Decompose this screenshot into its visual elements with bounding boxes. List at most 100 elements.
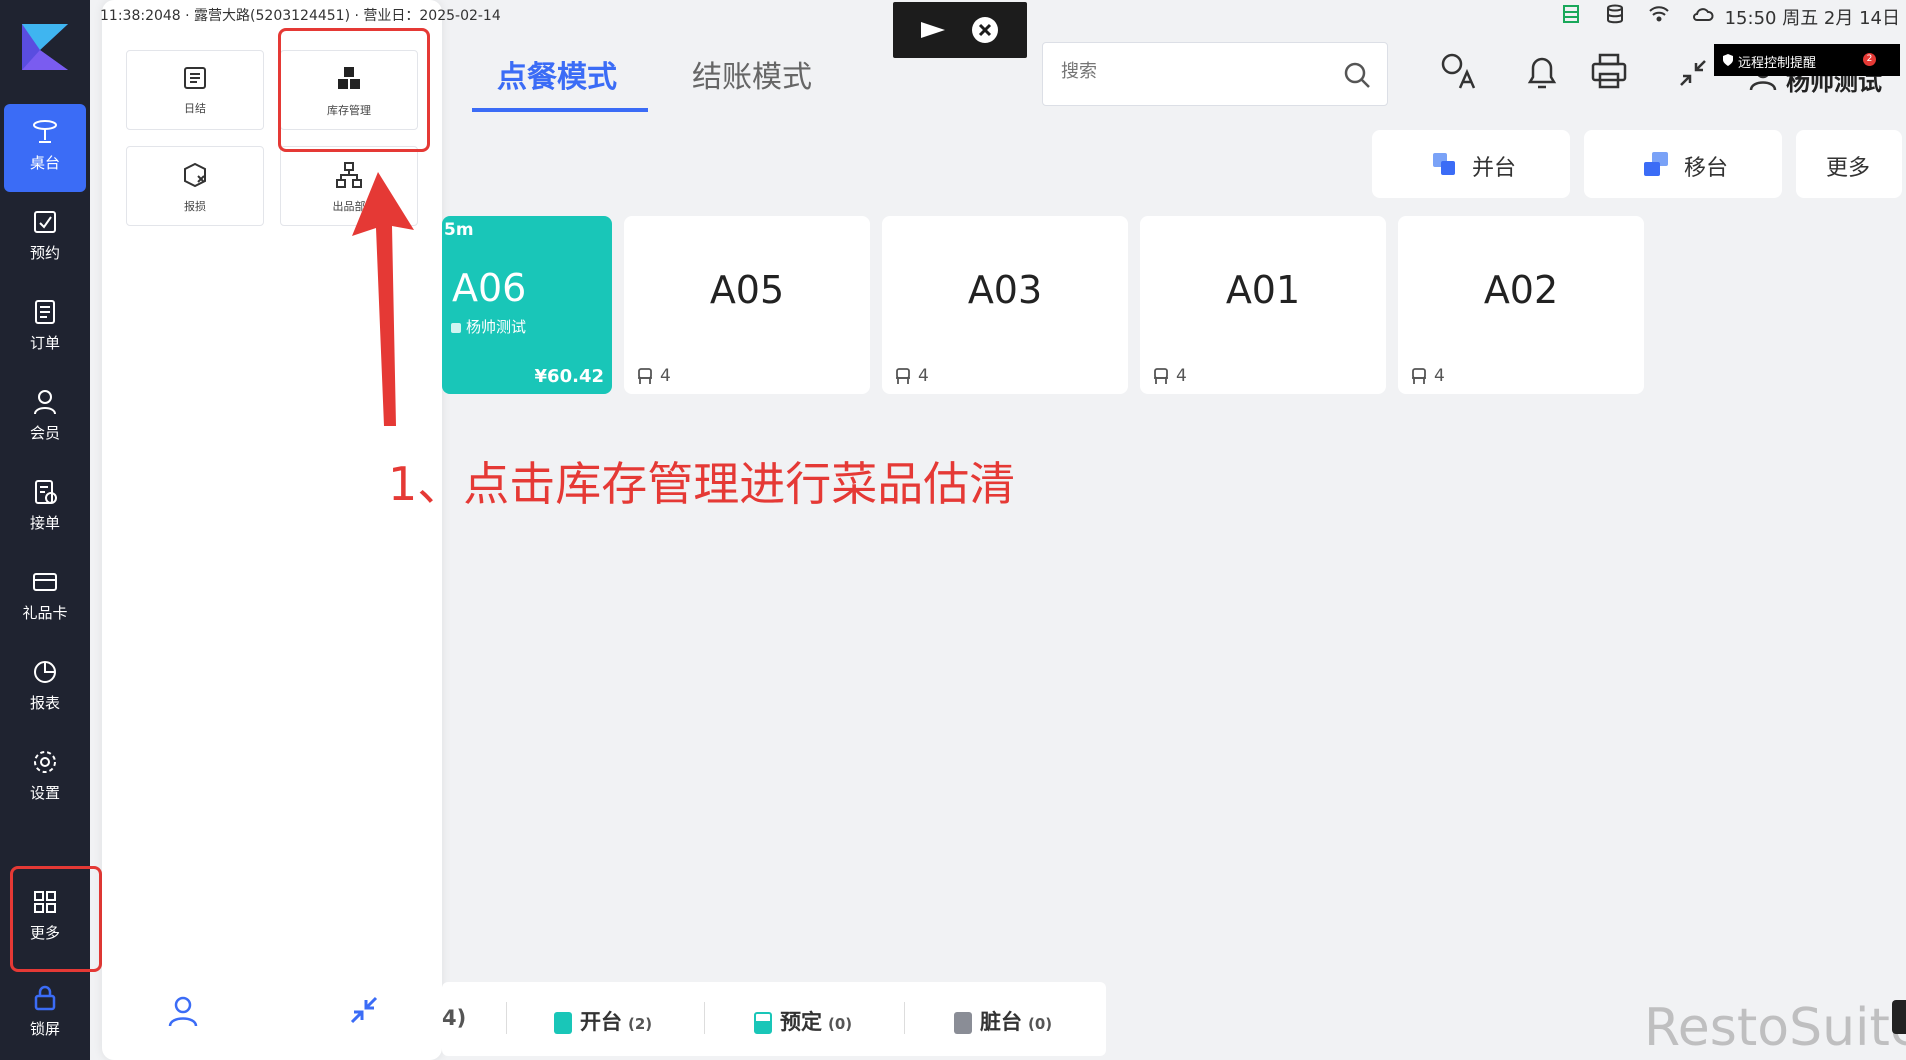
table-status-legend: 4) 开台 (2) 预定 (0) 脏台 (0) bbox=[442, 982, 1106, 1056]
table-name: A05 bbox=[709, 268, 785, 312]
sidebar-item-label: 会员 bbox=[29, 424, 60, 442]
remote-alert-badge: 2 bbox=[1863, 53, 1876, 66]
side-collapse-handle[interactable] bbox=[1892, 1000, 1906, 1034]
seat-count: 4 bbox=[636, 366, 671, 386]
sidebar-item-reservation[interactable]: 预约 bbox=[4, 194, 86, 282]
sidebar-item-label: 订单 bbox=[29, 334, 60, 352]
more-actions-button[interactable]: 更多 bbox=[1796, 130, 1902, 198]
printer-icon[interactable] bbox=[1590, 52, 1628, 90]
sheet-icon bbox=[1563, 5, 1579, 23]
status-right: 15:50 周五 2月 14日 bbox=[1725, 4, 1900, 30]
instruction-annotation: 1、点击库存管理进行菜品估清 bbox=[388, 457, 1016, 511]
table-name: A06 bbox=[452, 266, 527, 310]
table-card[interactable]: A01 4 bbox=[1140, 216, 1386, 394]
sidebar-item-members[interactable]: 会员 bbox=[4, 374, 86, 462]
settings-icon bbox=[34, 751, 56, 773]
table-name: A03 bbox=[967, 268, 1043, 312]
legend-label: 开台 bbox=[580, 1010, 622, 1034]
brand-watermark: RestoSuite bbox=[1644, 998, 1906, 1058]
sidebar-item-lock[interactable]: 锁屏 bbox=[4, 970, 86, 1058]
order-icon bbox=[35, 300, 55, 324]
legend-all-count: 4) bbox=[442, 1006, 467, 1030]
share-pointer-icon[interactable] bbox=[919, 18, 947, 42]
sidebar-item-receive-order[interactable]: 接单 bbox=[4, 464, 86, 552]
tile-damage-report[interactable]: 报损 bbox=[126, 146, 264, 226]
remote-control-alert[interactable]: 远程控制提醒 2 bbox=[1714, 44, 1900, 76]
tab-order-mode[interactable]: 点餐模式 bbox=[497, 52, 617, 96]
table-card-occupied[interactable]: 5m A06 杨帅测试 ¥60.42 bbox=[442, 216, 612, 394]
table-card[interactable]: A05 4 bbox=[624, 216, 870, 394]
legend-label: 脏台 bbox=[980, 1010, 1022, 1034]
active-tab-indicator bbox=[472, 108, 648, 112]
table-icon bbox=[33, 120, 57, 143]
move-table-label: 移台 bbox=[1684, 156, 1729, 181]
seat-count-text: 4 bbox=[660, 366, 671, 386]
shrink-icon[interactable] bbox=[1678, 58, 1708, 88]
remote-alert-text: 远程控制提醒 bbox=[1738, 56, 1817, 71]
sidebar-item-gift-card[interactable]: 礼品卡 bbox=[4, 554, 86, 642]
search-icon[interactable] bbox=[1343, 61, 1371, 89]
tab-checkout-mode[interactable]: 结账模式 bbox=[692, 52, 812, 96]
merge-table-label: 并台 bbox=[1472, 156, 1517, 181]
seat-count-text: 4 bbox=[1434, 366, 1445, 386]
legend-count: (0) bbox=[1028, 1015, 1053, 1033]
sidebar-item-label: 报表 bbox=[29, 694, 60, 712]
table-card[interactable]: A02 4 bbox=[1398, 216, 1644, 394]
highlight-inventory bbox=[278, 28, 430, 152]
legend-swatch bbox=[754, 1012, 772, 1034]
legend-label: 预定 bbox=[780, 1010, 822, 1034]
seat-count-text: 4 bbox=[918, 366, 929, 386]
merge-table-button[interactable]: 并台 bbox=[1372, 130, 1570, 198]
legend-divider bbox=[904, 1002, 905, 1034]
sidebar-item-label: 礼品卡 bbox=[22, 604, 68, 622]
legend-reserved[interactable]: 预定 (0) bbox=[754, 1006, 852, 1036]
sidebar-item-label: 预约 bbox=[29, 244, 60, 262]
legend-open[interactable]: 开台 (2) bbox=[554, 1006, 652, 1036]
move-table-button[interactable]: 移台 bbox=[1584, 130, 1782, 198]
calendar-check-icon bbox=[34, 211, 56, 233]
member-icon bbox=[34, 390, 56, 415]
guest-name-text: 杨帅测试 bbox=[466, 318, 527, 336]
legend-divider bbox=[704, 1002, 705, 1034]
table-name: A02 bbox=[1483, 268, 1559, 312]
gift-card-icon bbox=[33, 573, 57, 591]
sidebar-item-reports[interactable]: 报表 bbox=[4, 644, 86, 732]
highlight-more bbox=[10, 866, 102, 972]
status-text: 11:38:2048 · 露营大路(5203124451) · 营业日：2025… bbox=[100, 8, 501, 24]
tile-label: 报损 bbox=[184, 200, 206, 213]
sidebar-item-settings[interactable]: 设置 bbox=[4, 734, 86, 822]
collapse-icon[interactable] bbox=[348, 994, 380, 1026]
search-box bbox=[1042, 42, 1388, 106]
seat-count-text: 4 bbox=[1176, 366, 1187, 386]
close-icon[interactable] bbox=[971, 16, 999, 44]
legend-dirty[interactable]: 脏台 (0) bbox=[954, 1006, 1052, 1036]
seat-count: 4 bbox=[1152, 366, 1187, 386]
sidebar-item-label: 锁屏 bbox=[29, 1020, 60, 1038]
seat-icon bbox=[1412, 368, 1426, 384]
shield-icon bbox=[1723, 54, 1733, 66]
legend-swatch bbox=[554, 1012, 572, 1034]
tile-label: 日结 bbox=[184, 102, 206, 115]
legend-divider bbox=[506, 1002, 507, 1034]
annotation-arrow-icon bbox=[352, 172, 414, 426]
tile-daily-settlement[interactable]: 日结 bbox=[126, 50, 264, 130]
merge-table-icon bbox=[1433, 153, 1455, 175]
sidebar-item-label: 桌台 bbox=[29, 154, 60, 172]
translate-icon[interactable] bbox=[1440, 52, 1478, 90]
clock: 15:50 周五 2月 14日 bbox=[1724, 8, 1900, 29]
sidebar-item-label: 接单 bbox=[29, 514, 60, 532]
profile-icon[interactable] bbox=[166, 994, 200, 1028]
more-actions-label: 更多 bbox=[1826, 156, 1871, 181]
legend-swatch bbox=[954, 1012, 972, 1034]
sidebar-item-orders[interactable]: 订单 bbox=[4, 284, 86, 372]
table-card[interactable]: A03 4 bbox=[882, 216, 1128, 394]
seat-count: 4 bbox=[1410, 366, 1445, 386]
legend-count: (0) bbox=[828, 1015, 853, 1033]
seat-icon bbox=[638, 368, 652, 384]
sidebar-item-tables[interactable]: 桌台 bbox=[4, 104, 86, 192]
bell-icon[interactable] bbox=[1524, 52, 1560, 92]
search-input[interactable] bbox=[1061, 61, 1321, 82]
screen-share-control bbox=[893, 2, 1027, 58]
lock-icon bbox=[34, 985, 56, 1011]
damage-report-icon bbox=[184, 162, 206, 188]
